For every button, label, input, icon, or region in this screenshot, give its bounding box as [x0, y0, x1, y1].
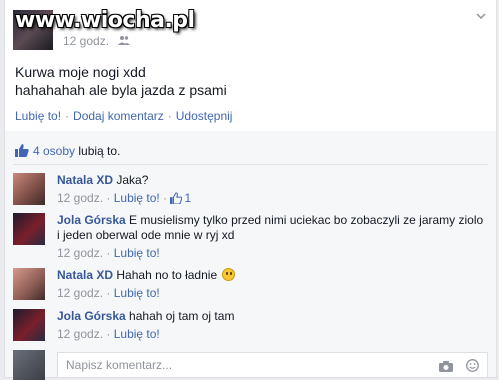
comment-like-count[interactable]: 1	[170, 191, 191, 205]
comment-author[interactable]: Natala XD	[57, 173, 113, 187]
comment-text: hahah oj tam oj tam	[129, 309, 235, 323]
comment-body: Natala XD Hahah no to ładnie 12 godz. · …	[57, 268, 488, 301]
post-line: Kurwa moje nogi xdd	[15, 64, 146, 80]
comment-like-link[interactable]: Lubię to!	[114, 327, 160, 341]
comment-avatar[interactable]	[13, 173, 45, 205]
camera-icon[interactable]	[438, 360, 453, 375]
comment-like-link[interactable]: Lubię to!	[114, 246, 160, 260]
comment-body: Jola Górska hahah oj tam oj tam 12 godz.…	[57, 309, 488, 342]
comment-input-placeholder: Napisz komentarz...	[66, 358, 173, 372]
chevron-down-icon[interactable]	[474, 10, 488, 24]
comment-input[interactable]: Napisz komentarz...	[57, 352, 488, 378]
composer-icons	[429, 359, 479, 375]
comments-area: 4 osoby lubią to. Natala XD Jaka? 12 god…	[5, 131, 496, 380]
divider	[13, 164, 488, 165]
comment-author[interactable]: Jola Górska	[57, 213, 126, 227]
comment-author[interactable]: Natala XD	[57, 268, 113, 282]
comment-like-link[interactable]: Lubię to!	[114, 286, 160, 300]
comment-meta: 12 godz. · Lubię to!	[57, 246, 160, 260]
comment-avatar[interactable]	[13, 309, 45, 341]
comment-avatar[interactable]	[13, 268, 45, 300]
comment-avatar[interactable]	[13, 213, 45, 245]
comment-author[interactable]: Jola Górska	[57, 309, 126, 323]
post-card: 12 godz. www.wiocha.pl Kurwa moje nogi x…	[4, 0, 497, 380]
tongue-emoji-icon	[222, 268, 236, 281]
post-actions: Lubię to! · Dodaj komentarz · Udostępnij	[15, 109, 232, 123]
like-thumb-icon	[170, 192, 183, 204]
comment-text: Jaka?	[116, 173, 149, 187]
separator: ·	[167, 109, 172, 123]
likes-suffix: lubią to.	[75, 144, 121, 158]
like-count-value: 1	[184, 191, 192, 205]
friends-icon[interactable]	[118, 36, 131, 48]
comment-like-link[interactable]: Lubię to!	[114, 191, 160, 205]
watermark: www.wiocha.pl	[15, 8, 195, 33]
separator: ·	[65, 109, 70, 123]
likes-row: 4 osoby lubią to.	[15, 143, 120, 158]
comment-meta: 12 godz. · Lubię to!	[57, 286, 160, 300]
comment-meta: 12 godz. · Lubię to!	[57, 327, 160, 341]
comment-body: Jola Górska E musielismy tylko przed nim…	[57, 213, 488, 261]
post-meta: 12 godz.	[63, 34, 131, 48]
comment-time[interactable]: 12 godz.	[57, 191, 103, 205]
share-link[interactable]: Udostępnij	[176, 109, 233, 123]
comment-body: Natala XD Jaka? 12 godz. · Lubię to! · 1	[57, 173, 488, 206]
comment-time[interactable]: 12 godz.	[57, 246, 103, 260]
comment-time[interactable]: 12 godz.	[57, 286, 103, 300]
post-time[interactable]: 12 godz.	[63, 34, 109, 48]
likes-count[interactable]: 4 osoby	[33, 144, 75, 158]
comment-time[interactable]: 12 godz.	[57, 327, 103, 341]
like-link[interactable]: Lubię to!	[15, 109, 61, 123]
comment-meta: 12 godz. · Lubię to! · 1	[57, 191, 192, 205]
comment-text: Hahah no to ładnie	[116, 268, 218, 282]
emoji-icon[interactable]	[466, 359, 479, 375]
post-line: hahahahah ale byla jazda z psami	[15, 82, 227, 98]
comment-link[interactable]: Dodaj komentarz	[73, 109, 164, 123]
composer-avatar	[13, 350, 45, 380]
post-text: Kurwa moje nogi xdd hahahahah ale byla j…	[15, 63, 227, 99]
comment-composer: Napisz komentarz...	[13, 350, 488, 380]
like-thumb-icon	[15, 144, 29, 157]
